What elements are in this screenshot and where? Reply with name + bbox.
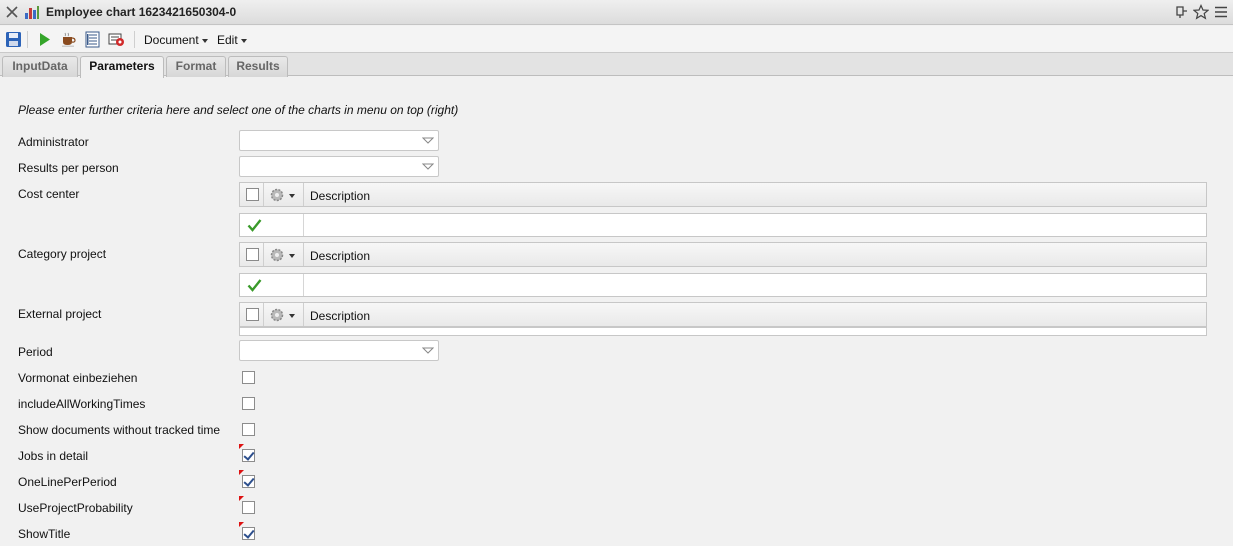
chevron-down-icon (201, 38, 208, 43)
category-project-new-row[interactable] (239, 273, 1207, 297)
description-column-header: Description (310, 249, 371, 263)
show-title-label: ShowTitle (18, 527, 71, 541)
document-menu[interactable]: Document (144, 33, 208, 47)
description-column-header: Description (310, 189, 371, 203)
vormonat-checkbox[interactable] (242, 371, 255, 384)
bar-chart-icon (25, 6, 39, 19)
window-title: Employee chart 1623421650304-0 (46, 5, 237, 19)
checkmark-icon[interactable] (247, 278, 262, 292)
menu-icon[interactable] (1213, 4, 1229, 20)
cost-center-new-row[interactable] (239, 213, 1207, 237)
chevron-down-icon[interactable] (422, 347, 434, 355)
external-project-label: External project (18, 307, 102, 321)
cost-center-grid-header: Description (239, 182, 1207, 207)
chevron-down-icon[interactable] (422, 137, 434, 145)
chevron-down-icon[interactable] (289, 314, 295, 318)
period-label: Period (18, 345, 53, 359)
external-project-grid-body[interactable] (239, 327, 1207, 336)
tab-results[interactable]: Results (228, 56, 288, 77)
include-all-working-times-label: includeAllWorkingTimes (18, 397, 146, 411)
toolbar: Document Edit (0, 26, 1233, 53)
one-line-per-period-checkbox[interactable] (242, 475, 255, 488)
show-documents-checkbox[interactable] (242, 423, 255, 436)
chevron-down-icon[interactable] (289, 254, 295, 258)
pin-icon[interactable] (1173, 4, 1189, 20)
external-project-grid-header: Description (239, 302, 1207, 327)
jobs-in-detail-label: Jobs in detail (18, 449, 89, 463)
results-per-person-label: Results per person (18, 161, 119, 175)
intro-text: Please enter further criteria here and s… (18, 103, 459, 117)
description-column-header: Description (310, 309, 371, 323)
cost-center-label: Cost center (18, 187, 80, 201)
use-project-probability-checkbox[interactable] (242, 501, 255, 514)
select-all-checkbox[interactable] (246, 308, 259, 321)
select-all-checkbox[interactable] (246, 248, 259, 261)
coffee-icon[interactable] (60, 31, 77, 48)
include-all-working-times-checkbox[interactable] (242, 397, 255, 410)
tab-bar: InputData Parameters Format Results (0, 53, 1233, 78)
checkmark-icon[interactable] (247, 218, 262, 232)
gear-icon[interactable] (269, 307, 285, 323)
gear-icon[interactable] (269, 247, 285, 263)
category-project-label: Category project (18, 247, 107, 261)
run-icon[interactable] (36, 31, 53, 48)
use-project-probability-label: UseProjectProbability (18, 501, 133, 515)
star-icon[interactable] (1193, 4, 1209, 20)
jobs-in-detail-checkbox[interactable] (242, 449, 255, 462)
chevron-down-icon[interactable] (289, 194, 295, 198)
category-project-grid-header: Description (239, 242, 1207, 267)
vormonat-label: Vormonat einbeziehen (18, 371, 138, 385)
report-settings-icon[interactable] (108, 31, 125, 48)
edit-menu[interactable]: Edit (217, 33, 247, 47)
gear-icon[interactable] (269, 187, 285, 203)
tab-inputdata[interactable]: InputData (2, 56, 78, 77)
results-per-person-combo[interactable] (239, 156, 439, 177)
close-icon[interactable] (4, 4, 20, 20)
administrator-combo[interactable] (239, 130, 439, 151)
list-icon[interactable] (84, 31, 101, 48)
window-titlebar: Employee chart 1623421650304-0 (0, 0, 1233, 25)
show-documents-label: Show documents without tracked time (18, 423, 221, 437)
select-all-checkbox[interactable] (246, 188, 259, 201)
tab-parameters[interactable]: Parameters (80, 56, 164, 78)
administrator-label: Administrator (18, 135, 89, 149)
chevron-down-icon (240, 38, 247, 43)
save-icon[interactable] (5, 31, 22, 48)
tab-format[interactable]: Format (166, 56, 226, 77)
chevron-down-icon[interactable] (422, 163, 434, 171)
show-title-checkbox[interactable] (242, 527, 255, 540)
one-line-per-period-label: OneLinePerPeriod (18, 475, 117, 489)
period-combo[interactable] (239, 340, 439, 361)
